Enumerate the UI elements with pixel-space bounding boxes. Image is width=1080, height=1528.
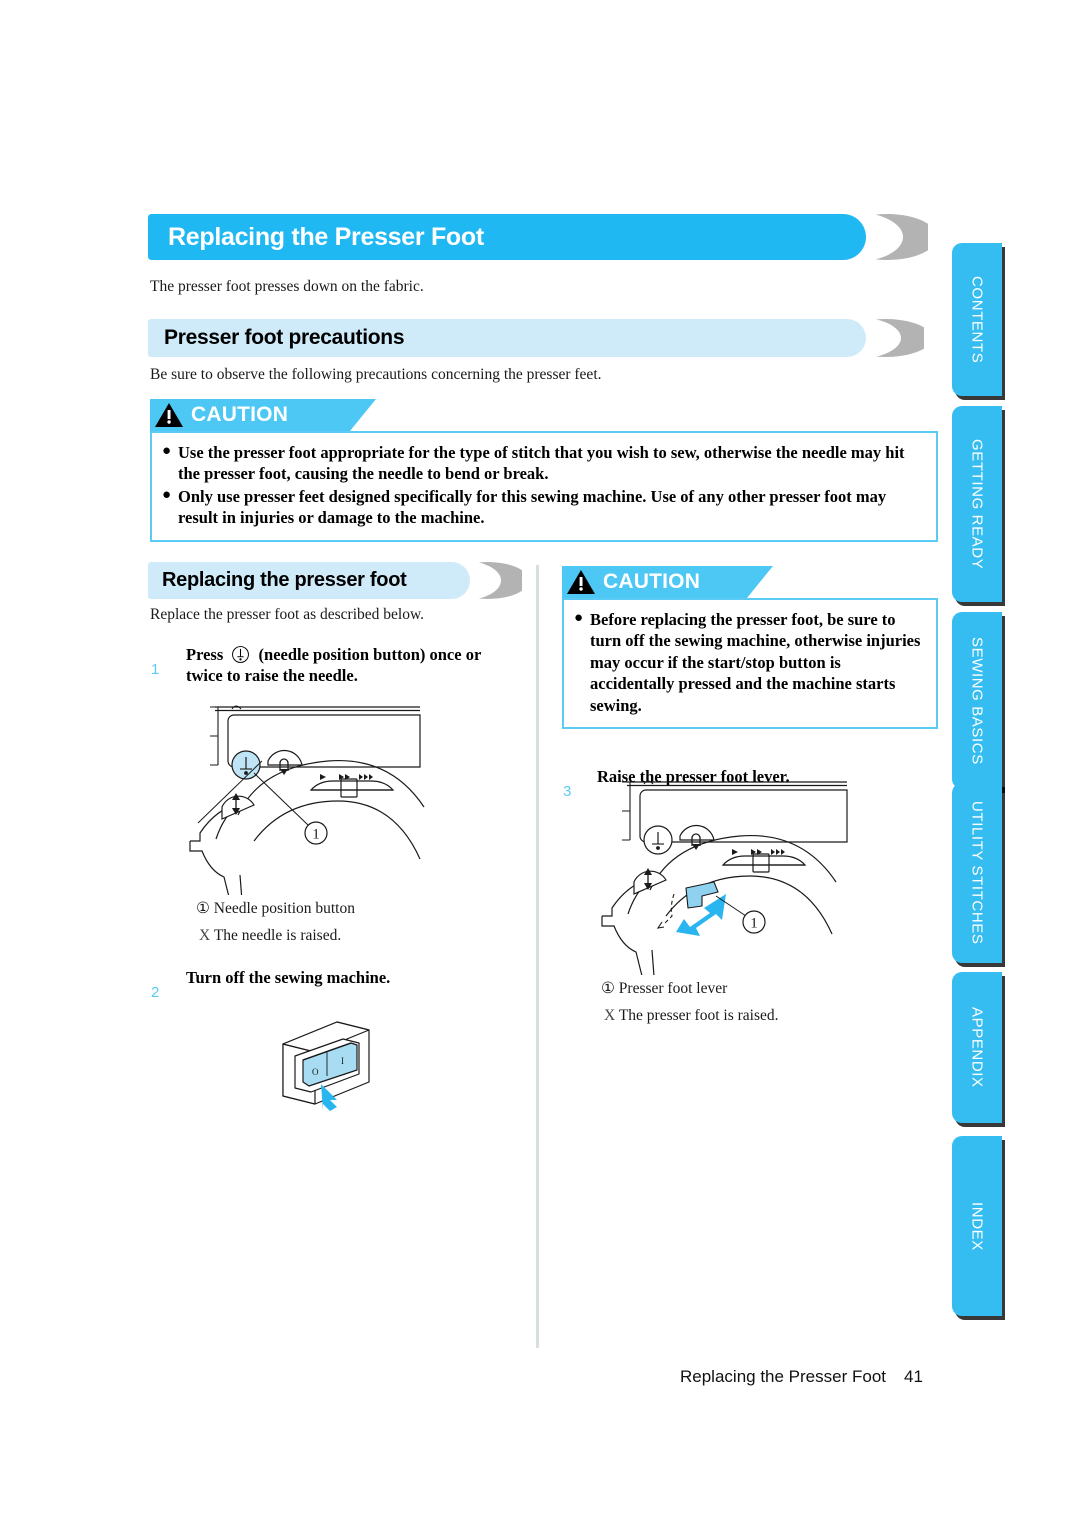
warning-triangle-icon xyxy=(566,569,596,595)
switch-on-label: I xyxy=(341,1056,344,1066)
callout-label-3: Presser foot lever xyxy=(618,980,728,997)
step-number-2: 2 xyxy=(151,984,160,1001)
replacing-crescent-decoration xyxy=(470,562,522,599)
warning-triangle-icon xyxy=(154,402,184,428)
illustration-needle-position-button: 1 xyxy=(180,695,530,895)
caution-label-right: CAUTION xyxy=(603,570,701,593)
page-title-bar: Replacing the Presser Foot xyxy=(148,214,938,260)
sidebar-tab-label: CONTENTS xyxy=(968,275,986,364)
footer-title: Replacing the Presser Foot xyxy=(680,1367,886,1386)
sidebar-tab-index[interactable]: INDEX xyxy=(952,1136,1002,1316)
callout-number-3: ① xyxy=(601,980,615,997)
caution-tab-right: CAUTION xyxy=(562,566,792,598)
sidebar-tab-label: GETTING READY xyxy=(968,438,986,570)
step-title-1: Press (needle position button) once or t… xyxy=(186,644,516,687)
caution-label-main: CAUTION xyxy=(191,403,289,426)
footer-page-number: 41 xyxy=(904,1367,923,1386)
result-marker-icon: X xyxy=(604,1007,616,1024)
step-result-3: X The presser foot is raised. xyxy=(604,1007,779,1025)
needle-position-button-icon xyxy=(231,645,250,664)
callout-caption-3: ① Presser foot lever xyxy=(601,979,727,998)
switch-off-label: O xyxy=(312,1067,319,1077)
bullet-icon: ● xyxy=(162,443,172,459)
precautions-crescent-decoration xyxy=(866,319,924,357)
caution-body-right: ● Before replacing the presser foot, be … xyxy=(562,598,938,730)
caution-item-text: Use the presser foot appropriate for the… xyxy=(178,443,905,484)
replacing-heading-bar: Replacing the presser foot xyxy=(148,562,530,599)
callout-label-1: Needle position button xyxy=(213,900,355,917)
sidebar-tab-label: INDEX xyxy=(968,1201,986,1251)
step1-title-before: Press xyxy=(186,645,224,664)
replacing-heading: Replacing the presser foot xyxy=(162,569,407,591)
precautions-heading-bar: Presser foot precautions xyxy=(148,319,938,357)
precautions-intro-text: Be sure to observe the following precaut… xyxy=(150,366,602,383)
caution-body-main: ● Use the presser foot appropriate for t… xyxy=(150,431,938,542)
sidebar-tab-contents[interactable]: CONTENTS xyxy=(952,243,1002,396)
sidebar-tab-label: SEWING BASICS xyxy=(968,636,986,765)
illustration-power-switch: O I xyxy=(265,1012,395,1112)
illustration-presser-foot-lever: 1 xyxy=(592,770,942,975)
bullet-icon: ● xyxy=(574,610,584,626)
sidebar-tab-sewing-basics[interactable]: SEWING BASICS xyxy=(952,612,1002,789)
sidebar-tab-label: UTILITY STITCHES xyxy=(968,801,986,945)
sidebar-tab-utility-stitches[interactable]: UTILITY STITCHES xyxy=(952,783,1002,963)
page-intro-text: The presser foot presses down on the fab… xyxy=(150,278,424,295)
step-title-2: Turn off the sewing machine. xyxy=(186,968,391,987)
step-number-1: 1 xyxy=(151,661,160,678)
step-result-1: X The needle is raised. xyxy=(199,927,341,945)
step-number-3: 3 xyxy=(563,783,572,800)
step-result-text-3: The presser foot is raised. xyxy=(618,1007,779,1024)
bullet-icon: ● xyxy=(162,486,172,503)
precautions-heading-fill: Presser foot precautions xyxy=(148,319,866,357)
caution-item: ● Use the presser foot appropriate for t… xyxy=(162,442,924,485)
sidebar-tab-appendix[interactable]: APPENDIX xyxy=(952,972,1002,1123)
sidebar-tab-label: APPENDIX xyxy=(968,1007,986,1088)
step1-title-after: (needle position button) once or twice t… xyxy=(186,645,481,686)
caution-item-text: Only use presser feet designed specifica… xyxy=(178,486,887,528)
svg-text:1: 1 xyxy=(312,827,320,843)
result-marker-icon: X xyxy=(199,927,211,944)
manual-page: Replacing the Presser Foot The presser f… xyxy=(0,0,1080,1528)
caution-item: ● Before replacing the presser foot, be … xyxy=(574,609,924,716)
page-title-bar-fill: Replacing the Presser Foot xyxy=(148,214,866,260)
replacing-intro-text: Replace the presser foot as described be… xyxy=(150,606,425,623)
svg-text:1: 1 xyxy=(750,916,758,932)
step-result-text-1: The needle is raised. xyxy=(213,927,342,944)
page-title: Replacing the Presser Foot xyxy=(168,222,484,251)
caution-item-text: Before replacing the presser foot, be su… xyxy=(590,610,921,715)
title-crescent-decoration xyxy=(866,214,928,260)
sidebar-tab-getting-ready[interactable]: GETTING READY xyxy=(952,406,1002,602)
page-footer: Replacing the Presser Foot 41 xyxy=(680,1367,923,1387)
caution-box-main: CAUTION ● Use the presser foot appropria… xyxy=(150,399,938,542)
caution-tab-main: CAUTION xyxy=(150,399,380,431)
column-divider xyxy=(536,565,539,1348)
caution-item: ● Only use presser feet designed specifi… xyxy=(162,486,924,529)
caution-box-right: CAUTION ● Before replacing the presser f… xyxy=(562,566,938,730)
callout-number-1: ① xyxy=(196,900,210,917)
replacing-heading-fill: Replacing the presser foot xyxy=(148,562,470,599)
callout-caption-1: ① Needle position button xyxy=(196,899,355,918)
precautions-heading: Presser foot precautions xyxy=(164,326,405,349)
